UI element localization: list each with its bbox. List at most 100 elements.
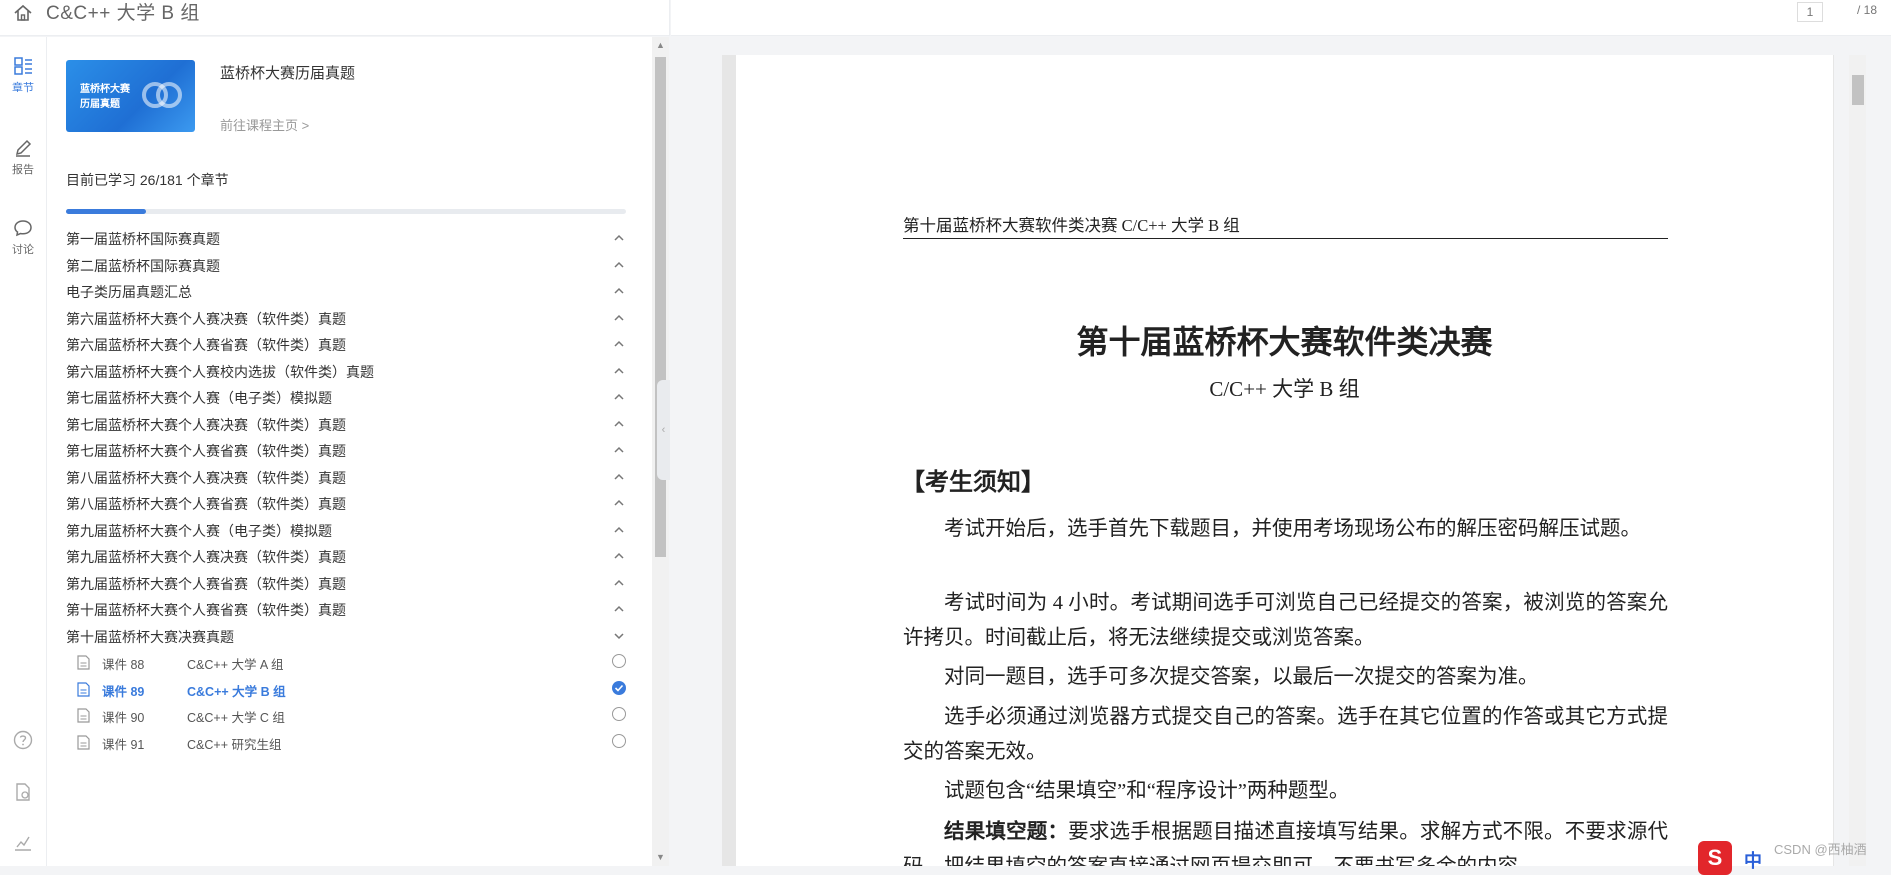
course-topbar: C&C++ 大学 B 组 (0, 0, 670, 36)
chapter-item[interactable]: 第七届蓝桥杯大赛个人赛决赛（软件类）真题 (66, 415, 626, 437)
document-icon (77, 734, 90, 750)
rail-label: 章节 (12, 82, 34, 94)
chevron-up-icon[interactable] (612, 496, 626, 510)
page-total: / 18 (1856, 3, 1877, 17)
page-number-input[interactable]: 1 (1797, 2, 1823, 22)
chevron-up-icon[interactable] (612, 284, 626, 298)
pdf-running-header: 第十届蓝桥杯大赛软件类决赛 C/C++ 大学 B 组 (903, 216, 1240, 235)
scroll-up-icon[interactable]: ▲ (656, 41, 665, 50)
document-icon (77, 655, 90, 670)
chevron-down-icon[interactable] (612, 629, 626, 643)
chapter-label: 第一届蓝桥杯国际赛真题 (66, 231, 220, 247)
chevron-up-icon[interactable] (612, 523, 626, 537)
lesson-item[interactable]: 课件 91 C&C++ 研究生组 (77, 733, 626, 755)
pdf-scrollbar[interactable] (1849, 55, 1866, 866)
lesson-title: C&C++ 大学 C 组 (187, 711, 285, 725)
lesson-number: 课件 89 (102, 684, 145, 699)
chapter-label: 第七届蓝桥杯大赛个人赛决赛（软件类）真题 (66, 416, 346, 433)
chevron-up-icon[interactable] (612, 337, 626, 351)
chapter-item[interactable]: 第九届蓝桥杯大赛个人赛（电子类）模拟题 (66, 521, 626, 543)
chapter-item[interactable]: 第九届蓝桥杯大赛个人赛决赛（软件类）真题 (66, 547, 626, 569)
pdf-subtitle: C/C++ 大学 B 组 (1209, 377, 1360, 401)
chevron-up-icon[interactable] (612, 549, 626, 563)
help-icon[interactable] (12, 729, 34, 751)
chapter-item[interactable]: 第十届蓝桥杯大赛个人赛省赛（软件类）真题 (66, 600, 626, 622)
rail-item-reports[interactable]: 报告 (0, 137, 46, 177)
pdf-scrollbar-thumb[interactable] (1852, 75, 1864, 105)
chapter-item[interactable]: 第九届蓝桥杯大赛个人赛省赛（软件类）真题 (66, 574, 626, 596)
stats-icon[interactable] (12, 831, 34, 853)
progress-text: 目前已学习 26/181 个章节 (66, 172, 229, 188)
chapter-item[interactable]: 第十届蓝桥杯大赛决赛真题 (66, 627, 626, 649)
chapter-panel: 蓝桥杯大赛 历届真题 蓝桥杯大赛历届真题 前往课程主页 > 目前已学习 26/1… (47, 37, 652, 866)
chapter-item[interactable]: 第八届蓝桥杯大赛个人赛省赛（软件类）真题 (66, 494, 626, 516)
chapter-label: 第六届蓝桥杯大赛个人赛省赛（软件类）真题 (66, 337, 346, 353)
chapter-label: 第七届蓝桥杯大赛个人赛（电子类）模拟题 (66, 390, 332, 406)
side-rail: 章节 报告 讨论 (0, 37, 47, 866)
chapter-item[interactable]: 第八届蓝桥杯大赛个人赛决赛（软件类）真题 (66, 468, 626, 490)
chapter-label: 第九届蓝桥杯大赛个人赛省赛（软件类）真题 (66, 575, 346, 592)
chapter-label: 第七届蓝桥杯大赛个人赛省赛（软件类）真题 (66, 443, 346, 459)
chevron-up-icon[interactable] (612, 470, 626, 484)
document-icon (77, 681, 90, 697)
pdf-paragraph-rules: 结果填空题：要求选手根据题目描述直接填写结果。求解方式不限。不要求源代码，把结果… (903, 814, 1668, 866)
chevron-up-icon[interactable] (612, 364, 626, 378)
ime-mode-indicator[interactable]: 中 (1744, 847, 1762, 873)
header-rule (903, 238, 1668, 239)
check-circle-icon (612, 680, 626, 695)
lesson-item[interactable]: 课件 90 C&C++ 大学 C 组 (77, 706, 626, 728)
chevron-up-icon[interactable] (612, 443, 626, 457)
course-name: 蓝桥杯大赛历届真题 (220, 65, 356, 82)
chevron-up-icon[interactable] (612, 231, 626, 245)
bold-term: 结果填空题： (944, 819, 1069, 843)
lesson-item[interactable]: 课件 88 C&C++ 大学 A 组 (77, 653, 626, 675)
scrollbar-thumb[interactable] (655, 57, 666, 557)
pdf-paragraph: 考试开始后，选手首先下载题目，并使用考场现场公布的解压密码解压试题。 (944, 518, 1641, 540)
chevron-up-icon[interactable] (612, 576, 626, 590)
file-settings-icon[interactable] (12, 781, 34, 803)
chapter-label: 第九届蓝桥杯大赛个人赛决赛（软件类）真题 (66, 549, 346, 565)
cover-text: 蓝桥杯大赛 历届真题 (80, 84, 130, 110)
lesson-item[interactable]: 课件 89 C&C++ 大学 B 组 (77, 680, 626, 702)
chevron-up-icon[interactable] (612, 390, 626, 404)
course-home-link[interactable]: 前往课程主页 > (220, 115, 309, 134)
scroll-down-icon[interactable]: ▼ (656, 853, 665, 862)
pdf-paragraph: 对同一题目，选手可多次提交答案，以最后一次提交的答案为准。 (944, 666, 1539, 688)
sogou-ime-icon[interactable]: S (1698, 841, 1732, 875)
lesson-title: C&C++ 大学 B 组 (187, 684, 286, 699)
chapter-item[interactable]: 第六届蓝桥杯大赛个人赛决赛（软件类）真题 (66, 309, 626, 331)
pdf-toolbar: 1 / 18 (671, 0, 1891, 36)
system-tray: S 中 (1698, 838, 1891, 875)
chevron-up-icon[interactable] (612, 602, 626, 616)
empty-circle-icon (612, 733, 626, 748)
chapter-label: 第八届蓝桥杯大赛个人赛决赛（软件类）真题 (66, 469, 346, 486)
chapter-icon (0, 55, 46, 77)
chapter-item[interactable]: 第六届蓝桥杯大赛个人赛省赛（软件类）真题 (66, 335, 626, 357)
chevron-up-icon[interactable] (612, 258, 626, 272)
collapse-panel-handle[interactable]: ‹ (657, 380, 670, 480)
chevron-up-icon[interactable] (612, 311, 626, 325)
chapter-label: 第二届蓝桥杯国际赛真题 (66, 257, 220, 274)
empty-circle-icon (612, 707, 626, 721)
pencil-icon (0, 137, 46, 159)
lesson-number: 课件 91 (102, 737, 145, 752)
chapter-item[interactable]: 第七届蓝桥杯大赛个人赛省赛（软件类）真题 (66, 441, 626, 463)
chapter-item[interactable]: 第七届蓝桥杯大赛个人赛（电子类）模拟题 (66, 388, 626, 410)
chapter-label: 第十届蓝桥杯大赛个人赛省赛（软件类）真题 (66, 602, 346, 618)
chapter-label: 第十届蓝桥杯大赛决赛真题 (66, 628, 234, 645)
course-title: C&C++ 大学 B 组 (46, 3, 200, 24)
pdf-paragraph: 选手必须通过浏览器方式提交自己的答案。选手在其它位置的作答或其它方式提交的答案无… (903, 706, 1668, 763)
pdf-title: 第十届蓝桥杯大赛软件类决赛 (1076, 323, 1493, 361)
chapter-item[interactable]: 电子类历届真题汇总 (66, 282, 626, 304)
home-icon[interactable] (12, 2, 34, 24)
chapter-item[interactable]: 第六届蓝桥杯大赛个人赛校内选拔（软件类）真题 (66, 362, 626, 384)
document-icon (77, 708, 90, 723)
chevron-up-icon[interactable] (612, 417, 626, 431)
chapter-item[interactable]: 第二届蓝桥杯国际赛真题 (66, 256, 626, 278)
lesson-title: C&C++ 大学 A 组 (187, 658, 284, 672)
rail-item-chapters[interactable]: 章节 (0, 55, 46, 95)
lesson-number: 课件 90 (102, 711, 145, 725)
chapter-item[interactable]: 第一届蓝桥杯国际赛真题 (66, 229, 626, 251)
rail-item-discussion[interactable]: 讨论 (0, 217, 46, 257)
course-cover[interactable]: 蓝桥杯大赛 历届真题 (66, 60, 195, 132)
